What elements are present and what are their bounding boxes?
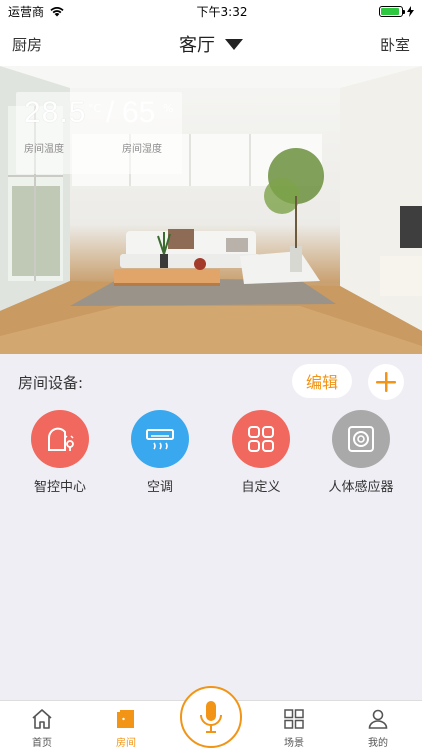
voice-button[interactable] xyxy=(180,686,242,748)
scene-grid-icon xyxy=(284,709,304,729)
status-right xyxy=(379,5,414,17)
device-custom[interactable]: 自定义 xyxy=(216,410,306,495)
humidity-unit: % xyxy=(163,102,174,115)
battery-icon xyxy=(379,5,405,17)
temperature-unit: °C xyxy=(88,102,102,115)
device-label: 自定义 xyxy=(241,480,281,495)
plus-icon xyxy=(376,372,396,392)
home-icon xyxy=(32,709,52,729)
climate-separator: / xyxy=(106,96,115,129)
motion-sensor-icon xyxy=(348,426,374,452)
room-title: 客厅 xyxy=(179,35,215,56)
tab-home[interactable]: 首页 xyxy=(12,707,72,749)
add-device-button[interactable] xyxy=(368,364,404,400)
room-door-icon xyxy=(117,710,134,728)
device-air-conditioner[interactable]: 空调 xyxy=(115,410,205,495)
status-left: 运营商 xyxy=(8,3,65,20)
device-label: 空调 xyxy=(146,480,173,495)
smart-hub-icon xyxy=(47,427,74,451)
next-room-button[interactable]: 卧室 xyxy=(380,34,410,55)
tab-label: 首页 xyxy=(32,738,52,749)
wifi-icon xyxy=(50,7,64,17)
room-nav-bar: 厨房 客厅 卧室 xyxy=(0,22,422,66)
tab-room[interactable]: 房间 xyxy=(96,707,156,749)
microphone-icon xyxy=(200,701,222,733)
device-icon-bg xyxy=(332,410,390,468)
temperature-value: 28.5 xyxy=(24,96,87,129)
devices-header: 房间设备: 编辑 xyxy=(0,364,422,400)
room-selector[interactable]: 客厅 xyxy=(179,31,243,57)
tab-label: 场景 xyxy=(284,738,304,749)
devices-title: 房间设备: xyxy=(18,374,84,392)
battery-level xyxy=(381,7,399,15)
climate-card: 28.5 °C / 65 % 房间温度 房间湿度 xyxy=(16,92,182,174)
tab-bar: 首页 房间 场景 我的 xyxy=(0,686,422,750)
humidity-value: 65 xyxy=(122,96,156,129)
tab-label: 我的 xyxy=(368,738,388,749)
device-icon-bg xyxy=(232,410,290,468)
device-label: 人体感应器 xyxy=(328,480,394,495)
tab-scene[interactable]: 场景 xyxy=(264,707,324,749)
edit-button[interactable]: 编辑 xyxy=(292,364,352,398)
caret-down-icon xyxy=(225,38,243,50)
prev-room-button[interactable]: 厨房 xyxy=(12,34,42,55)
device-smart-hub[interactable]: 智控中心 xyxy=(15,410,105,495)
temperature-label: 房间温度 xyxy=(24,144,64,155)
user-icon xyxy=(368,709,388,729)
device-icon-bg xyxy=(131,410,189,468)
device-icon-bg xyxy=(31,410,89,468)
room-photo: 28.5 °C / 65 % 房间温度 房间湿度 xyxy=(0,66,422,354)
custom-grid-icon xyxy=(248,426,274,452)
status-time: 下午3:32 xyxy=(196,4,248,19)
status-bar: 运营商 下午3:32 xyxy=(0,0,422,22)
humidity-label: 房间湿度 xyxy=(122,144,162,155)
air-conditioner-icon xyxy=(146,429,174,450)
device-label: 智控中心 xyxy=(33,480,86,495)
tab-label: 房间 xyxy=(116,738,136,749)
charging-bolt-icon xyxy=(407,5,414,17)
tab-me[interactable]: 我的 xyxy=(348,707,408,749)
carrier-name: 运营商 xyxy=(8,4,45,19)
device-motion-sensor[interactable]: 人体感应器 xyxy=(316,410,406,495)
